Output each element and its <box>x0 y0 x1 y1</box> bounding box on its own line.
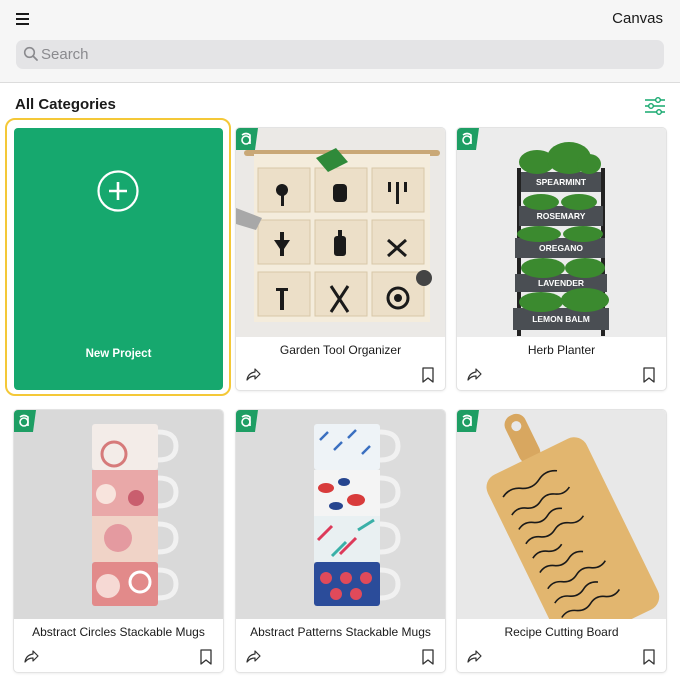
top-bar: Canvas <box>0 0 680 83</box>
brand-badge-icon <box>457 410 479 432</box>
project-title: Abstract Patterns Stackable Mugs <box>250 625 431 639</box>
project-title: Herb Planter <box>527 343 596 357</box>
shelf-label: SPEARMINT <box>536 177 587 187</box>
bookmark-icon[interactable] <box>642 367 656 383</box>
plus-circle-icon <box>97 170 139 212</box>
project-card-herb-planter[interactable]: SPEARMINT ROSEMARY OREGANO LAVENDER LEMO… <box>457 128 666 390</box>
new-project-label: New Project <box>85 348 152 360</box>
herb-planter-image: SPEARMINT ROSEMARY OREGANO LAVENDER LEMO… <box>457 128 666 337</box>
bookmark-icon[interactable] <box>642 649 656 665</box>
shelf-label: ROSEMARY <box>537 211 586 221</box>
brand-badge-icon <box>236 128 258 150</box>
canvas-button[interactable]: Canvas <box>612 10 663 27</box>
shelf-label: LAVENDER <box>538 278 584 288</box>
share-icon[interactable] <box>23 648 39 664</box>
brand-badge-icon <box>236 410 258 432</box>
project-title: Garden Tool Organizer <box>279 343 402 357</box>
search-input[interactable] <box>41 40 641 69</box>
project-card-abstract-circles-mugs[interactable]: Abstract Circles Stackable Mugs <box>14 410 223 672</box>
brand-badge-icon <box>457 128 479 150</box>
project-card-recipe-cutting-board[interactable]: Recipe Cutting Board <box>457 410 666 672</box>
project-card-garden-tool-organizer[interactable]: Garden Tool Organizer <box>236 128 445 390</box>
share-icon[interactable] <box>466 366 482 382</box>
project-title: Recipe Cutting Board <box>504 625 619 639</box>
share-icon[interactable] <box>466 648 482 664</box>
search-bar[interactable] <box>16 40 664 69</box>
sliders-icon[interactable] <box>644 96 666 116</box>
garden-tool-organizer-image <box>236 128 445 337</box>
shelf-label: LEMON BALM <box>532 314 590 324</box>
share-icon[interactable] <box>245 648 261 664</box>
hamburger-menu-icon[interactable] <box>13 8 35 30</box>
bookmark-icon[interactable] <box>421 367 435 383</box>
abstract-patterns-mugs-image <box>236 410 445 619</box>
section-title: All Categories <box>15 96 116 113</box>
bookmark-icon[interactable] <box>421 649 435 665</box>
new-project-button[interactable]: New Project <box>14 128 223 390</box>
bookmark-icon[interactable] <box>199 649 213 665</box>
abstract-circles-mugs-image <box>14 410 223 619</box>
shelf-label: OREGANO <box>539 243 583 253</box>
share-icon[interactable] <box>245 366 261 382</box>
recipe-cutting-board-image <box>457 410 666 619</box>
search-icon <box>23 46 38 61</box>
brand-badge-icon <box>14 410 36 432</box>
project-title: Abstract Circles Stackable Mugs <box>32 625 205 639</box>
project-card-abstract-patterns-mugs[interactable]: Abstract Patterns Stackable Mugs <box>236 410 445 672</box>
